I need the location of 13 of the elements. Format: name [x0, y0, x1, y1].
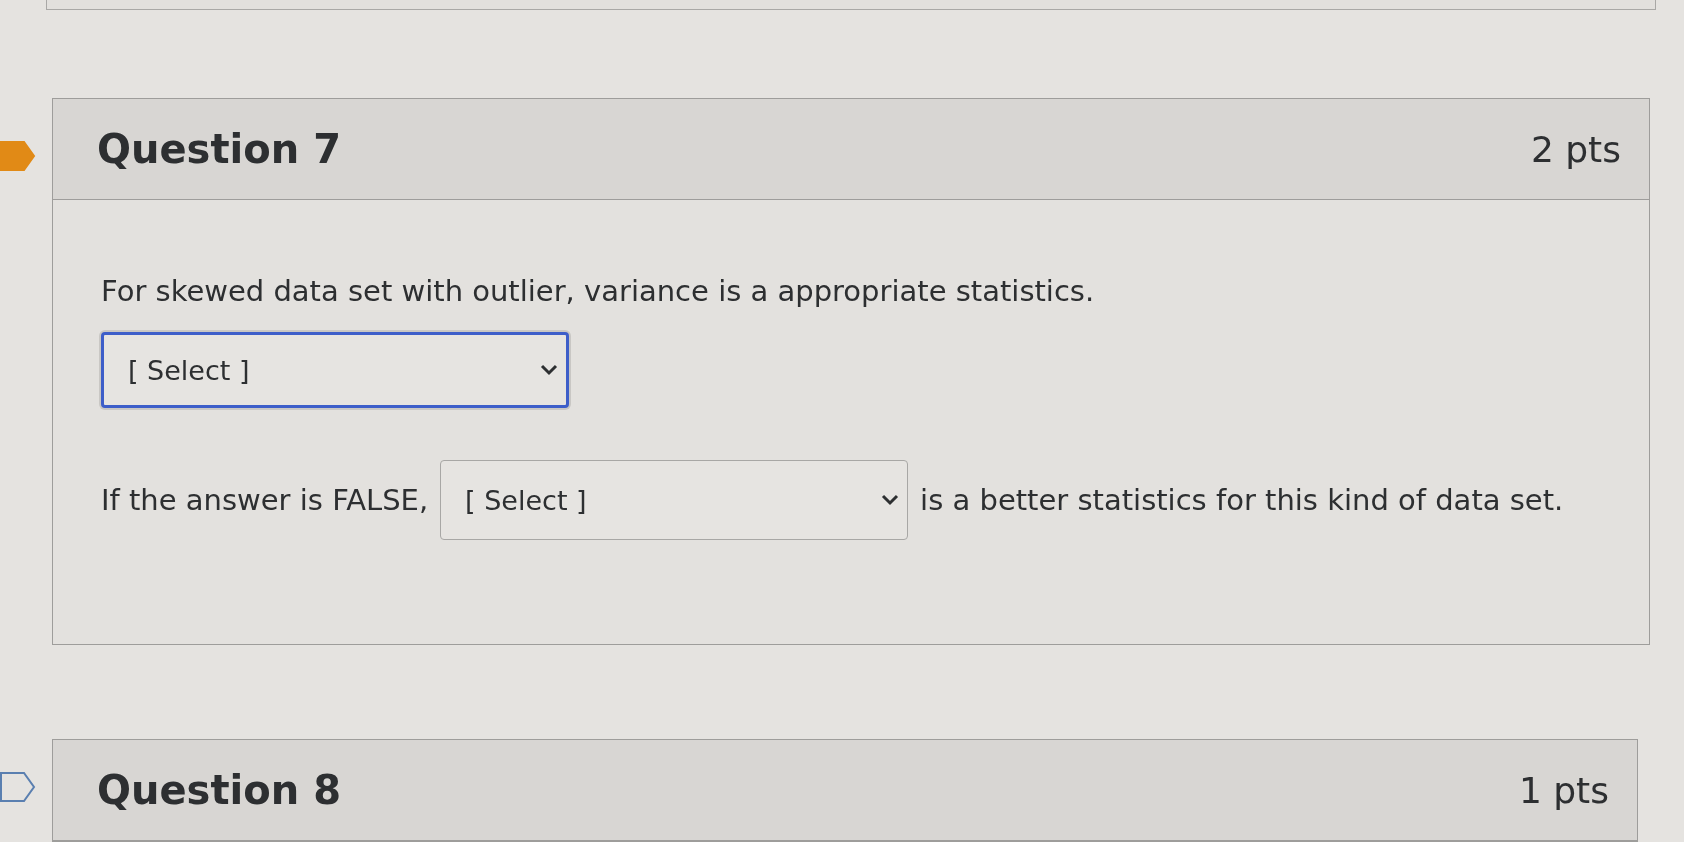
question-points: 2 pts [1530, 128, 1621, 170]
flag-icon[interactable] [0, 138, 36, 174]
chevron-down-icon [881, 494, 900, 506]
sentence-text: is a better statistics for this kind of data set. [920, 483, 1564, 517]
question-points: 1 pts [1518, 769, 1609, 811]
flag-icon[interactable] [0, 769, 36, 805]
answer-dropdown[interactable]: [ Select ] [440, 460, 909, 540]
answer-dropdown[interactable]: [ Select ] [101, 332, 569, 408]
question-title: Question 8 [97, 767, 341, 813]
sentence-text: If the answer is FALSE, [101, 483, 429, 517]
chevron-down-icon [540, 364, 558, 376]
question-text: For skewed data set with outlier, variance is a appropriate statistics. [101, 274, 1095, 308]
question-title: Question 7 [97, 126, 341, 172]
